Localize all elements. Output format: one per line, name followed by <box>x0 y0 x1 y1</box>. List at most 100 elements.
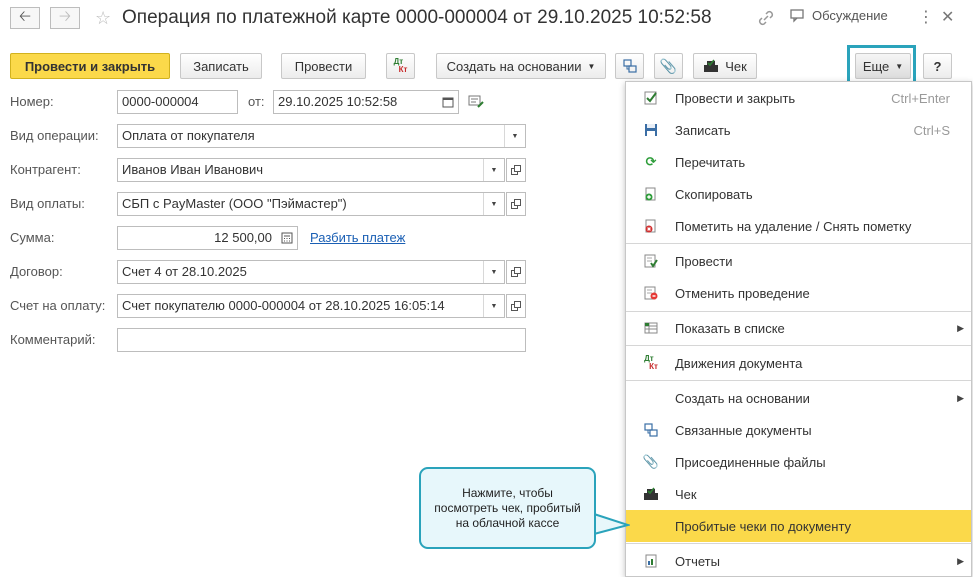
menu-item-check[interactable]: Чек <box>626 478 971 510</box>
attachments-button[interactable]: 📎 <box>654 53 683 79</box>
copy-icon <box>643 186 659 202</box>
discussion-button[interactable]: Обсуждение <box>790 8 888 23</box>
menu-item-punched-checks[interactable]: Пробитые чеки по документу <box>626 510 971 542</box>
menu-separator <box>626 543 971 544</box>
menu-item-reread[interactable]: ⟳ Перечитать <box>626 146 971 178</box>
menu-item-show-in-list[interactable]: Показать в списке ▶ <box>626 312 971 344</box>
date-label: от: <box>248 94 265 109</box>
discussion-icon <box>790 8 804 23</box>
menu-separator <box>626 380 971 381</box>
number-label: Номер: <box>10 94 54 109</box>
date-value: 29.10.2025 10:52:58 <box>278 94 398 109</box>
menu-item-doc-movements[interactable]: Дт Кт Движения документа <box>626 347 971 379</box>
split-payment-link[interactable]: Разбить платеж <box>310 230 405 245</box>
counterparty-label: Контрагент: <box>10 162 81 177</box>
more-vertical-icon[interactable]: ⋮ <box>918 7 934 27</box>
post-and-close-button[interactable]: Провести и закрыть <box>10 53 170 79</box>
menu-item-copy[interactable]: Скопировать <box>626 178 971 210</box>
invoice-value: Счет покупателю 0000-000004 от 28.10.202… <box>122 298 445 313</box>
menu-item-post-and-close[interactable]: Провести и закрыть Ctrl+Enter <box>626 82 971 114</box>
sum-value: 12 500,00 <box>214 230 272 245</box>
invoice-select[interactable]: Счет покупателю 0000-000004 от 28.10.202… <box>117 294 505 318</box>
cash-register-icon <box>643 486 659 502</box>
dt-kt-icon: Дт Кт <box>393 57 408 74</box>
menu-item-post[interactable]: Провести <box>626 245 971 277</box>
related-docs-icon <box>622 59 637 73</box>
menu-item-save[interactable]: Записать Ctrl+S <box>626 114 971 146</box>
contract-value: Счет 4 от 28.10.2025 <box>122 264 247 279</box>
callout-pointer <box>590 513 630 535</box>
comment-label: Комментарий: <box>10 332 96 347</box>
sum-field[interactable]: 12 500,00 <box>117 226 298 250</box>
post-check-icon <box>643 90 659 106</box>
close-icon[interactable]: ✕ <box>941 7 954 27</box>
menu-item-unpost[interactable]: Отменить проведение <box>626 277 971 309</box>
dt-kt-icon: Дт Кт <box>644 354 658 371</box>
operation-type-label: Вид операции: <box>10 128 99 143</box>
contract-select[interactable]: Счет 4 от 28.10.2025 ▼ <box>117 260 505 284</box>
payment-type-label: Вид оплаты: <box>10 196 85 211</box>
chevron-down-icon[interactable]: ▼ <box>504 125 525 147</box>
open-payment-type-button[interactable] <box>506 192 526 216</box>
date-field[interactable]: 29.10.2025 10:52:58 <box>273 90 459 114</box>
open-icon <box>511 267 521 277</box>
sum-label: Сумма: <box>10 230 55 245</box>
chevron-down-icon[interactable]: ▼ <box>483 295 504 317</box>
back-button[interactable]: 🡠 <box>10 7 40 29</box>
counterparty-select[interactable]: Иванов Иван Иванович ▼ <box>117 158 505 182</box>
arrow-left-icon: 🡠 <box>18 7 32 25</box>
operation-type-select[interactable]: Оплата от покупателя ▼ <box>117 124 526 148</box>
menu-item-create-based[interactable]: Создать на основании ▶ <box>626 382 971 414</box>
calculator-icon[interactable] <box>277 227 297 249</box>
check-label: Чек <box>725 58 747 74</box>
callout-text: Нажмите, чтобы посмотреть чек, пробитый … <box>434 485 581 530</box>
invoice-label: Счет на оплату: <box>10 298 106 313</box>
page-title: Операция по платежной карте 0000-000004 … <box>122 7 712 28</box>
payment-type-value: СБП с PayMaster (ООО "Пэймастер") <box>122 196 347 211</box>
favorite-star-icon[interactable]: ☆ <box>95 8 111 29</box>
menu-item-mark-delete[interactable]: Пометить на удаление / Снять пометку <box>626 210 971 242</box>
arrow-right-icon: 🡢 <box>58 7 72 25</box>
forward-button[interactable]: 🡢 <box>50 7 80 29</box>
operation-type-value: Оплата от покупателя <box>122 128 255 143</box>
open-contract-button[interactable] <box>506 260 526 284</box>
edit-history-icon[interactable] <box>468 95 484 112</box>
menu-separator <box>626 243 971 244</box>
help-button[interactable]: ? <box>923 53 952 79</box>
post-button[interactable]: Провести <box>281 53 366 79</box>
chevron-down-icon[interactable]: ▼ <box>483 261 504 283</box>
create-based-label: Создать на основании <box>446 58 582 74</box>
link-icon[interactable] <box>757 9 775 30</box>
discussion-label: Обсуждение <box>812 8 888 23</box>
menu-separator <box>626 345 971 346</box>
contract-label: Договор: <box>10 264 63 279</box>
open-invoice-button[interactable] <box>506 294 526 318</box>
open-counterparty-button[interactable] <box>506 158 526 182</box>
refresh-icon: ⟳ <box>645 154 657 169</box>
post-icon <box>643 253 659 269</box>
save-button[interactable]: Записать <box>180 53 262 79</box>
unpost-icon <box>643 285 659 301</box>
create-based-button[interactable]: Создать на основании ▼ <box>436 53 606 79</box>
chevron-right-icon: ▶ <box>957 322 964 333</box>
calendar-icon[interactable] <box>438 91 458 113</box>
dt-kt-button[interactable]: Дт Кт <box>386 53 415 79</box>
counterparty-value: Иванов Иван Иванович <box>122 162 264 177</box>
payment-type-select[interactable]: СБП с PayMaster (ООО "Пэймастер") ▼ <box>117 192 505 216</box>
comment-field[interactable] <box>117 328 526 352</box>
chevron-down-icon[interactable]: ▼ <box>483 159 504 181</box>
related-docs-button[interactable] <box>615 53 644 79</box>
open-icon <box>511 199 521 209</box>
menu-item-reports[interactable]: Отчеты ▶ <box>626 545 971 577</box>
list-icon <box>643 320 659 336</box>
chevron-down-icon[interactable]: ▼ <box>483 193 504 215</box>
cash-register-icon <box>704 59 719 72</box>
check-button[interactable]: Чек <box>693 53 757 79</box>
related-docs-icon <box>643 422 659 438</box>
number-field[interactable]: 0000-000004 <box>117 90 238 114</box>
menu-item-attachments[interactable]: 📎 Присоединенные файлы <box>626 446 971 478</box>
paperclip-icon: 📎 <box>642 454 660 469</box>
help-callout: Нажмите, чтобы посмотреть чек, пробитый … <box>419 467 596 549</box>
paperclip-icon: 📎 <box>659 57 678 74</box>
menu-item-related-docs[interactable]: Связанные документы <box>626 414 971 446</box>
